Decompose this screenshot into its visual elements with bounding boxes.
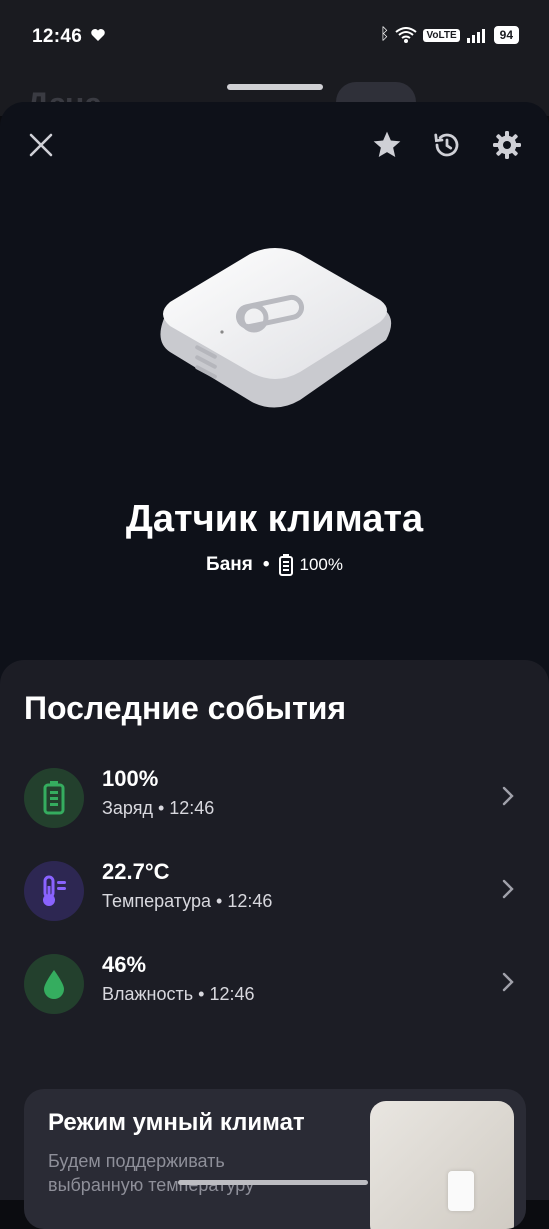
- humidity-drop-icon: [44, 970, 64, 999]
- event-row-humidity[interactable]: 46% Влажность • 12:46: [0, 948, 549, 1028]
- status-bar: 12:46 ᛒ VoLTE 94: [0, 0, 549, 76]
- favorite-button[interactable]: [370, 128, 404, 162]
- settings-button[interactable]: [490, 128, 524, 162]
- bluetooth-icon: ᛒ: [379, 26, 390, 43]
- event-row-temperature[interactable]: 22.7°C Температура • 12:46: [0, 855, 549, 935]
- battery-icon-badge: [24, 768, 84, 828]
- event-value: 100%: [102, 766, 159, 791]
- chevron-right-icon: [502, 972, 514, 992]
- wifi-icon: [395, 27, 418, 43]
- close-icon: [29, 133, 53, 157]
- event-meta: Температура • 12:46: [102, 891, 273, 911]
- promo-title: Режим умный климат: [48, 1109, 305, 1136]
- battery-value: 100%: [299, 555, 343, 574]
- status-time: 12:46: [32, 26, 83, 47]
- event-row-charge[interactable]: 100% Заряд • 12:46: [0, 762, 549, 842]
- device-title: Датчик климата: [125, 498, 424, 540]
- heart-icon: [91, 29, 105, 41]
- event-value: 46%: [102, 952, 147, 977]
- device-room: Баня: [206, 554, 253, 575]
- events-title: Последние события: [24, 690, 347, 726]
- status-icons: ᛒ VoLTE 94: [380, 26, 519, 44]
- volte-badge: VoLTE: [423, 28, 460, 42]
- star-icon: [373, 131, 401, 157]
- history-icon: [434, 133, 459, 157]
- smart-climate-promo[interactable]: Режим умный климат Будем поддерживать вы…: [24, 1089, 526, 1229]
- event-meta: Заряд • 12:46: [102, 798, 215, 818]
- battery-icon: [279, 554, 294, 576]
- promo-text: Будем поддерживать выбранную температуру: [48, 1151, 255, 1195]
- home-indicator[interactable]: [178, 1180, 368, 1185]
- separator-dot: •: [262, 554, 270, 575]
- sheet-grabber[interactable]: [227, 84, 323, 90]
- signal-icon: [466, 29, 485, 43]
- device-image: [160, 248, 392, 408]
- battery-status: 100%: [279, 554, 343, 576]
- battery-level: 94: [493, 26, 519, 44]
- thermometer-icon: [43, 875, 66, 906]
- event-value: 22.7°C: [102, 859, 170, 884]
- chevron-right-icon: [502, 786, 514, 806]
- device-subtitle: Баня • 100%: [0, 554, 549, 576]
- gear-icon: [493, 131, 521, 159]
- close-button[interactable]: [24, 128, 58, 162]
- battery-icon: [43, 781, 65, 815]
- history-button[interactable]: [430, 128, 464, 162]
- promo-image: [370, 1101, 514, 1229]
- thermometer-icon-badge: [24, 861, 84, 921]
- event-meta: Влажность • 12:46: [102, 984, 255, 1004]
- chevron-right-icon: [502, 879, 514, 899]
- humidity-icon-badge: [24, 954, 84, 1014]
